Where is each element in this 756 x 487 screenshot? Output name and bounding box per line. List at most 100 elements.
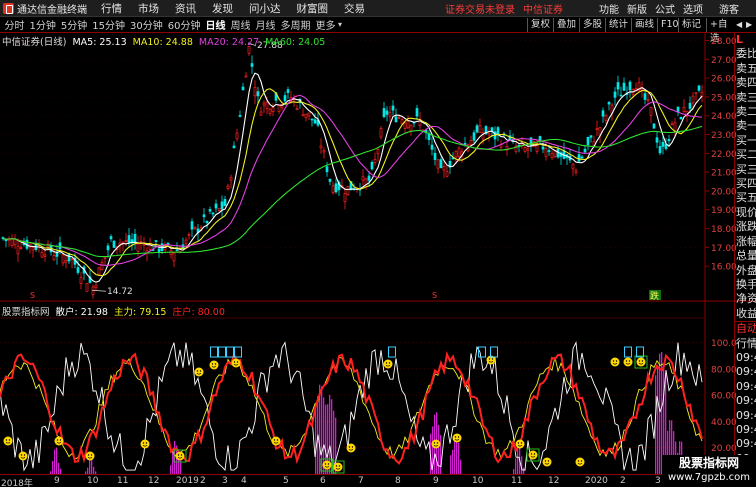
face-eye xyxy=(59,439,62,441)
candle-body xyxy=(541,146,545,150)
face-eye xyxy=(580,460,583,462)
candle-body xyxy=(682,106,686,112)
candle-body xyxy=(301,114,305,117)
face-eye xyxy=(433,442,436,444)
side-item-turnover: 换手 xyxy=(736,277,756,291)
watermark-url: www.7gpzb.com xyxy=(668,472,750,483)
histogram-bar xyxy=(170,465,172,474)
face-eye xyxy=(211,363,214,365)
face-eye xyxy=(517,442,520,444)
candle-body xyxy=(313,119,317,124)
face-eye xyxy=(533,453,536,455)
tick-time: 09:47 xyxy=(736,422,756,436)
candle-body xyxy=(616,82,620,90)
date-axis-label: 4 xyxy=(241,476,247,486)
side-item-level[interactable]: L xyxy=(735,33,756,47)
candle-body xyxy=(607,101,611,105)
face-circle xyxy=(18,451,28,461)
candle-body xyxy=(415,108,419,117)
candle-body xyxy=(679,117,683,120)
side-item-ask4: 卖四 xyxy=(736,76,756,90)
candle-body xyxy=(19,247,23,249)
face-eye xyxy=(23,454,26,456)
candle-body xyxy=(694,92,698,94)
candle-body xyxy=(385,110,389,115)
candle-body xyxy=(184,239,188,245)
histogram-bar xyxy=(659,353,661,474)
candle-body xyxy=(286,89,290,93)
face-eye xyxy=(324,463,327,465)
main-force-label: 主力: 79.15 xyxy=(114,307,167,318)
face-eye xyxy=(638,360,641,362)
candle-body xyxy=(697,85,701,91)
face-eye xyxy=(615,360,618,362)
side-item-volume: 总量 xyxy=(736,249,756,263)
candle-body xyxy=(175,249,179,252)
face-eye xyxy=(388,362,391,364)
face-eye xyxy=(625,360,628,362)
candle-body xyxy=(322,150,326,153)
face-eye xyxy=(385,362,388,364)
tick-time: 09:47 xyxy=(736,379,756,393)
face-circle xyxy=(175,451,185,461)
candle-body xyxy=(232,145,236,149)
candle-body xyxy=(331,185,335,194)
candle-body xyxy=(79,277,83,284)
smiley-face-icon xyxy=(173,449,187,463)
candle-body xyxy=(97,267,101,275)
candle-body xyxy=(94,284,98,288)
candle-body xyxy=(613,91,617,98)
smiley-face-icon xyxy=(383,359,393,369)
histogram-bar xyxy=(56,447,58,474)
candle-body xyxy=(628,81,632,91)
side-item-bid4: 买四 xyxy=(736,177,756,191)
face-eye xyxy=(90,454,93,456)
face-circle xyxy=(542,457,552,467)
histogram-bar xyxy=(452,449,454,474)
candle-body xyxy=(577,154,581,162)
side-item-ask3: 卖三 xyxy=(736,90,756,104)
smiley-face-icon xyxy=(140,439,150,449)
indicator-name[interactable]: 股票指标网 xyxy=(2,307,50,318)
candle-body xyxy=(394,116,398,123)
face-eye xyxy=(8,439,11,441)
stock-title[interactable]: 中信证券(日线) xyxy=(2,37,66,48)
candle-body xyxy=(643,93,647,100)
face-circle xyxy=(383,359,393,369)
signal-box-cyan xyxy=(210,346,218,358)
face-eye xyxy=(547,460,550,462)
histogram-bar xyxy=(454,438,456,474)
side-item-bid1: 买一 xyxy=(736,133,756,147)
candle-body xyxy=(76,267,80,273)
candle-body xyxy=(214,203,218,209)
tick-time: 09:47 xyxy=(736,350,756,364)
face-eye xyxy=(335,465,338,467)
side-item-quotes[interactable]: 行情 xyxy=(735,337,756,351)
ma60-label: MA60: 24.05 xyxy=(265,37,326,48)
face-eye xyxy=(491,358,494,360)
face-circle xyxy=(346,443,356,453)
candle-body xyxy=(469,140,473,145)
candle-body xyxy=(106,245,110,251)
side-item-ask1: 卖一 xyxy=(736,119,756,133)
side-item-bid2: 买二 xyxy=(736,148,756,162)
signal-box-cyan xyxy=(234,346,242,358)
chart-canvas[interactable]: 27.8814.72 S S 跌 28.0027.0026.0025.0024.00… xyxy=(0,0,756,487)
candle-body xyxy=(142,243,146,246)
chart-grid xyxy=(0,33,756,474)
candle-body xyxy=(361,176,365,181)
retail-label: 散户: 21.98 xyxy=(55,307,108,318)
candle-body xyxy=(550,153,554,159)
histogram-bar xyxy=(180,460,182,474)
date-axis-label: 6 xyxy=(320,476,326,486)
side-item-change: 涨跌 xyxy=(736,220,756,234)
candlestick-series xyxy=(1,45,704,299)
date-axis-label: 8 xyxy=(395,476,401,486)
date-axis-label: 3 xyxy=(655,476,661,486)
signal-box-cyan xyxy=(388,346,396,358)
face-circle xyxy=(140,439,150,449)
candle-body xyxy=(406,120,410,129)
face-eye xyxy=(233,361,236,363)
candle-body xyxy=(442,165,446,171)
side-item-auto[interactable]: 自动 xyxy=(735,321,756,336)
